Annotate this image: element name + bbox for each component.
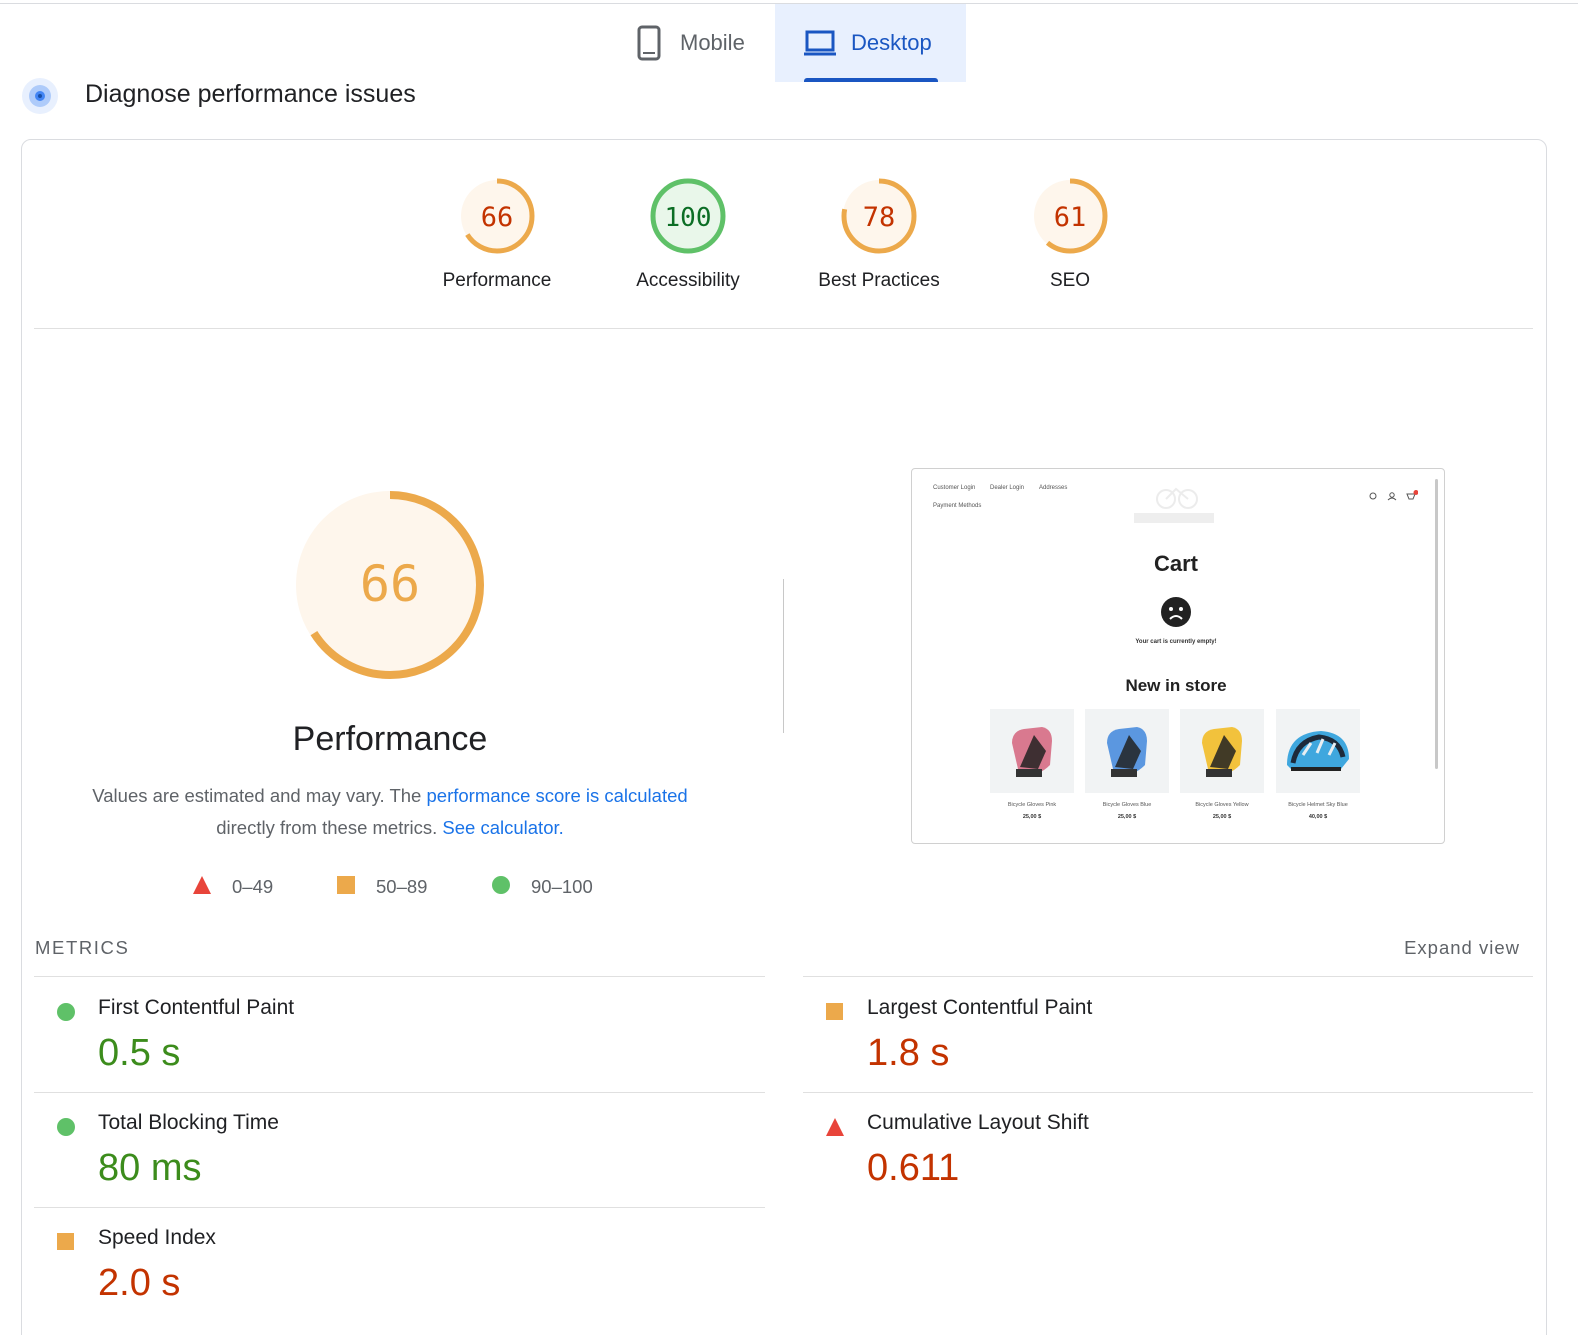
square-icon (825, 1002, 845, 1027)
glove-icon (990, 709, 1074, 793)
metrics-divider (803, 1092, 1533, 1093)
laptop-icon (803, 25, 837, 61)
vertical-divider (783, 579, 784, 733)
glove-icon (1085, 709, 1169, 793)
metric-name: Total Blocking Time (98, 1111, 279, 1134)
thumb-product-price: 40,00 $ (1308, 814, 1328, 820)
metric-value: 2.0 s (98, 1262, 181, 1304)
metrics-divider (803, 976, 1533, 977)
diagnose-title: Diagnose performance issues (85, 80, 416, 108)
gauge-accessibility-ring: 100 (650, 178, 726, 254)
legend-pass: 90–100 (491, 874, 593, 900)
gauge-accessibility-value: 100 (665, 203, 712, 233)
thumb-header-icons (1368, 489, 1419, 501)
thumb-new-in-store: New in store (1125, 676, 1227, 695)
thumb-product-name: Bicycle Gloves Yellow (1195, 802, 1249, 808)
main-gauge-value: 66 (360, 555, 420, 613)
metric-name: Cumulative Layout Shift (867, 1111, 1089, 1134)
circle-icon (491, 875, 511, 900)
thumb-product-card: Bicycle Gloves Blue 25,00 $ (1085, 709, 1169, 820)
legend-pass-range: 90–100 (531, 876, 593, 897)
gauge-accessibility[interactable]: 100 Accessibility (603, 176, 773, 292)
thumb-product-name: Bicycle Gloves Pink (1007, 802, 1057, 808)
metric-largest-contentful-paint: Largest Contentful Paint 1.8 s (803, 996, 1533, 1086)
thumb-scrollbar (1435, 479, 1438, 769)
thumb-product-price: 25,00 $ (1117, 814, 1137, 820)
metric-speed-index: Speed Index 2.0 s (34, 1226, 765, 1316)
gauge-best-practices[interactable]: 78 Best Practices (794, 176, 964, 292)
score-description: Values are estimated and may vary. The p… (60, 780, 720, 844)
metric-value: 1.8 s (867, 1032, 950, 1074)
triangle-icon (825, 1117, 845, 1142)
thumb-cart-title: Cart (1153, 551, 1198, 576)
circle-icon (56, 1002, 76, 1027)
legend-fail-range: 0–49 (232, 876, 274, 897)
gauge-seo-value: 61 (1054, 202, 1087, 233)
thumb-product-card: Bicycle Helmet Sky Blue 40,00 $ (1276, 709, 1360, 820)
metric-value: 0.611 (867, 1147, 960, 1189)
description-text-1: Values are estimated and may vary. The (92, 785, 427, 806)
gauge-performance-label: Performance (442, 270, 552, 291)
see-calculator-link[interactable]: See calculator. (442, 817, 563, 838)
thumb-product-card: Bicycle Gloves Yellow 25,00 $ (1180, 709, 1264, 820)
thumb-nav-dealer-login: Dealer Login (990, 485, 1025, 491)
thumb-product-price: 25,00 $ (1212, 814, 1232, 820)
metric-name: Speed Index (98, 1226, 216, 1249)
gauge-seo-label: SEO (1049, 270, 1091, 291)
description-text-2: directly from these metrics. (216, 817, 443, 838)
metrics-divider (34, 1207, 765, 1208)
tab-desktop[interactable]: Desktop (775, 4, 966, 82)
tab-mobile-label: Mobile (680, 30, 745, 55)
diagnose-icon (20, 76, 60, 116)
active-tab-indicator (804, 78, 938, 82)
gauge-seo-ring: 61 (1032, 178, 1108, 254)
gauge-performance-ring: 66 (459, 178, 535, 254)
metric-value: 80 ms (98, 1147, 202, 1189)
thumb-product-card: Bicycle Gloves Pink 25,00 $ (990, 709, 1074, 820)
page-screenshot: Customer Login Dealer Login Addresses Pa… (911, 468, 1445, 844)
main-gauge-title: Performance (292, 720, 488, 758)
thumb-nav-customer-login: Customer Login (933, 485, 976, 491)
metric-name: Largest Contentful Paint (867, 996, 1093, 1019)
score-calculated-link[interactable]: performance score is calculated (427, 785, 688, 806)
thumb-product-name: Bicycle Helmet Sky Blue (1288, 802, 1348, 808)
thumb-nav-payment-methods: Payment Methods (933, 503, 982, 509)
expand-view-button[interactable]: Expand view (1404, 937, 1520, 959)
thumb-empty-message: Your cart is currently empty! (1135, 639, 1217, 645)
thumb-product-name: Bicycle Gloves Blue (1102, 802, 1152, 808)
square-icon (336, 875, 356, 900)
metric-first-contentful-paint: First Contentful Paint 0.5 s (34, 996, 765, 1086)
circle-icon (56, 1117, 76, 1142)
gauge-best-practices-value: 78 (863, 202, 896, 233)
metric-name: First Contentful Paint (98, 996, 295, 1019)
gauge-best-practices-label: Best Practices (818, 270, 940, 291)
metric-total-blocking-time: Total Blocking Time 80 ms (34, 1111, 765, 1201)
tab-mobile[interactable]: Mobile (610, 4, 775, 82)
thumb-logo (1132, 477, 1222, 525)
legend-average: 50–89 (336, 874, 427, 900)
gauges-divider (34, 328, 1533, 329)
sad-face-icon (1160, 596, 1192, 628)
helmet-icon (1276, 709, 1360, 793)
main-performance-gauge: 66 (290, 485, 490, 685)
metrics-divider (34, 976, 765, 977)
gauge-performance[interactable]: 66 Performance (412, 176, 582, 292)
metric-cumulative-layout-shift: Cumulative Layout Shift 0.611 (803, 1111, 1533, 1201)
gauge-performance-value: 66 (481, 202, 514, 233)
metrics-divider (34, 1092, 765, 1093)
metrics-heading: METRICS (35, 937, 130, 958)
thumb-product-price: 25,00 $ (1022, 814, 1042, 820)
gauge-seo[interactable]: 61 SEO (985, 176, 1155, 292)
legend-fail: 0–49 (192, 874, 273, 900)
gauge-best-practices-ring: 78 (841, 178, 917, 254)
thumb-nav-addresses: Addresses (1039, 485, 1068, 491)
glove-icon (1180, 709, 1264, 793)
gauge-accessibility-label: Accessibility (636, 270, 740, 291)
mobile-phone-icon (632, 25, 666, 61)
square-icon (56, 1232, 76, 1257)
metric-value: 0.5 s (98, 1032, 181, 1074)
triangle-icon (192, 875, 212, 900)
legend-average-range: 50–89 (376, 876, 428, 897)
tab-desktop-label: Desktop (851, 30, 932, 55)
